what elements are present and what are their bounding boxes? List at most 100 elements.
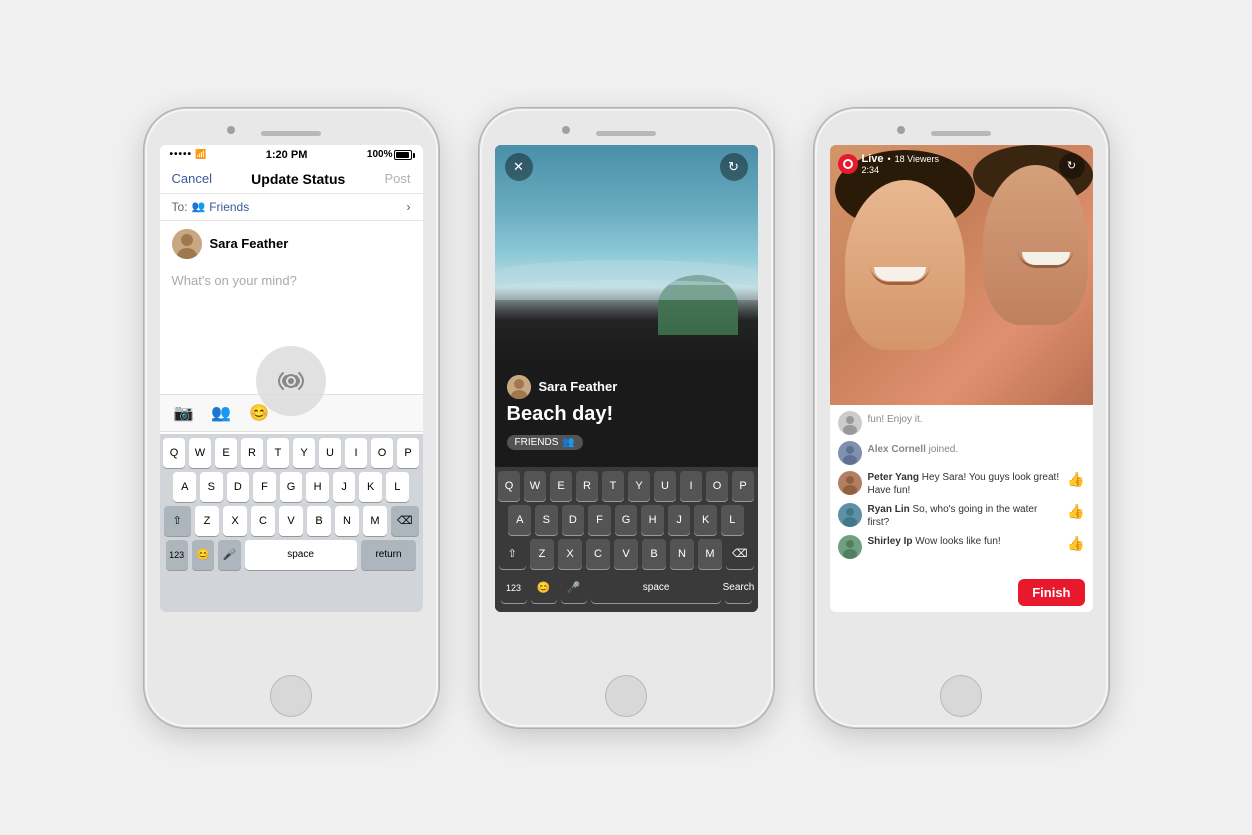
home-button-3[interactable]: [940, 675, 982, 717]
dark-key-backspace[interactable]: ⌫: [726, 539, 754, 569]
key-l[interactable]: L: [386, 472, 409, 502]
key-m[interactable]: M: [363, 506, 387, 536]
dark-key-p[interactable]: P: [732, 471, 754, 501]
dark-key-u[interactable]: U: [654, 471, 676, 501]
key-z[interactable]: Z: [195, 506, 219, 536]
friends-label: Friends: [209, 200, 249, 214]
dark-key-n[interactable]: N: [670, 539, 694, 569]
signal-dots: •••••: [170, 149, 193, 160]
finish-button[interactable]: Finish: [1018, 579, 1084, 606]
live-status-badge: Live • 18 Viewers 2:34: [838, 153, 940, 175]
dark-key-x[interactable]: X: [558, 539, 582, 569]
dark-key-i[interactable]: I: [680, 471, 702, 501]
like-icon-shirley[interactable]: 👍: [1067, 535, 1084, 552]
key-v[interactable]: V: [279, 506, 303, 536]
key-t[interactable]: T: [267, 438, 289, 468]
dark-key-emoji[interactable]: 😊: [531, 573, 557, 603]
key-g[interactable]: G: [280, 472, 303, 502]
key-space[interactable]: space: [245, 540, 357, 570]
flip-camera-button[interactable]: ↻: [720, 153, 748, 181]
dark-key-o[interactable]: O: [706, 471, 728, 501]
shirley-text: Wow looks like fun!: [915, 536, 1000, 547]
dark-key-c[interactable]: C: [586, 539, 610, 569]
dark-key-z[interactable]: Z: [530, 539, 554, 569]
dark-key-v[interactable]: V: [614, 539, 638, 569]
home-button-1[interactable]: [270, 675, 312, 717]
user-name: Sara Feather: [210, 236, 289, 251]
dark-key-d[interactable]: D: [562, 505, 585, 535]
status-placeholder[interactable]: What's on your mind?: [160, 267, 423, 294]
dark-key-q[interactable]: Q: [498, 471, 520, 501]
key-d[interactable]: D: [227, 472, 250, 502]
dark-key-m[interactable]: M: [698, 539, 722, 569]
key-x[interactable]: X: [223, 506, 247, 536]
key-backspace[interactable]: ⌫: [391, 506, 419, 536]
dark-key-mic[interactable]: 🎤: [561, 573, 587, 603]
dark-key-a[interactable]: A: [508, 505, 531, 535]
keyboard-1: Q W E R T Y U I O P A S D F G H J K L: [160, 434, 423, 612]
audience-badge: FRIENDS 👥: [507, 435, 583, 450]
key-e[interactable]: E: [215, 438, 237, 468]
dark-key-k[interactable]: K: [694, 505, 717, 535]
key-return[interactable]: return: [361, 540, 417, 570]
key-r[interactable]: R: [241, 438, 263, 468]
dark-key-t[interactable]: T: [602, 471, 624, 501]
key-k[interactable]: K: [359, 472, 382, 502]
key-u[interactable]: U: [319, 438, 341, 468]
home-button-2[interactable]: [605, 675, 647, 717]
dark-key-l[interactable]: L: [721, 505, 744, 535]
key-q[interactable]: Q: [163, 438, 185, 468]
post-button[interactable]: Post: [384, 171, 410, 186]
key-mic[interactable]: 🎤: [218, 540, 240, 570]
key-emoji[interactable]: 😊: [192, 540, 214, 570]
like-icon-peter[interactable]: 👍: [1067, 471, 1084, 488]
dark-key-s[interactable]: S: [535, 505, 558, 535]
comment-row-ryan: Ryan Lin So, who's going in the water fi…: [838, 503, 1085, 529]
tag-toolbar-icon[interactable]: 👥: [211, 403, 231, 423]
cancel-button[interactable]: Cancel: [172, 171, 212, 186]
key-s[interactable]: S: [200, 472, 223, 502]
dark-key-h[interactable]: H: [641, 505, 664, 535]
like-icon-ryan[interactable]: 👍: [1067, 503, 1084, 520]
key-w[interactable]: W: [189, 438, 211, 468]
key-f[interactable]: F: [253, 472, 276, 502]
dark-key-search[interactable]: Search: [725, 573, 751, 603]
dark-key-e[interactable]: E: [550, 471, 572, 501]
dark-key-space[interactable]: space: [591, 573, 722, 603]
user-row: Sara Feather: [160, 221, 423, 267]
dark-key-r[interactable]: R: [576, 471, 598, 501]
dark-key-g[interactable]: G: [615, 505, 638, 535]
dark-key-shift[interactable]: ⇧: [499, 539, 527, 569]
camera-toolbar-icon[interactable]: 📷: [174, 403, 194, 423]
key-c[interactable]: C: [251, 506, 275, 536]
comment-avatar-system: [838, 411, 862, 435]
key-b[interactable]: B: [307, 506, 331, 536]
key-a[interactable]: A: [173, 472, 196, 502]
dark-key-b[interactable]: B: [642, 539, 666, 569]
dark-key-w[interactable]: W: [524, 471, 546, 501]
key-i[interactable]: I: [345, 438, 367, 468]
dark-key-y[interactable]: Y: [628, 471, 650, 501]
key-p[interactable]: P: [397, 438, 419, 468]
dark-key-j[interactable]: J: [668, 505, 691, 535]
friends-icon: 👥: [192, 200, 206, 213]
camera-dot-2: [562, 126, 570, 134]
key-j[interactable]: J: [333, 472, 356, 502]
to-row[interactable]: To: 👥 Friends ›: [160, 194, 423, 221]
live-broadcast-highlight[interactable]: [256, 346, 326, 416]
close-button[interactable]: ✕: [505, 153, 533, 181]
key-o[interactable]: O: [371, 438, 393, 468]
key-n[interactable]: N: [335, 506, 359, 536]
key-123[interactable]: 123: [166, 540, 188, 570]
dark-key-f[interactable]: F: [588, 505, 611, 535]
comment-avatar-ryan: [838, 503, 862, 527]
phone-3: Live • 18 Viewers 2:34 ↻: [814, 108, 1109, 728]
comments-area: fun! Enjoy it. Alex Cornell joined.: [830, 405, 1093, 571]
key-shift[interactable]: ⇧: [164, 506, 192, 536]
key-h[interactable]: H: [306, 472, 329, 502]
key-y[interactable]: Y: [293, 438, 315, 468]
live-flip-button[interactable]: ↻: [1059, 153, 1085, 179]
audience-icon: 👥: [562, 437, 574, 448]
comment-row-shirley: Shirley Ip Wow looks like fun! 👍: [838, 535, 1085, 559]
dark-key-123[interactable]: 123: [501, 573, 527, 603]
